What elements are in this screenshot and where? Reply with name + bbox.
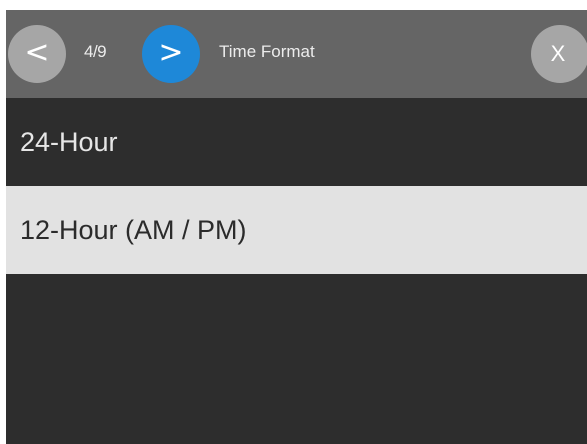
close-icon: X xyxy=(550,41,566,66)
previous-button[interactable]: < xyxy=(8,25,66,83)
next-button[interactable]: > xyxy=(142,25,200,83)
page-counter: 4/9 xyxy=(84,42,107,61)
option-label: 24-Hour xyxy=(20,126,118,157)
option-12-hour[interactable]: 12-Hour (AM / PM) xyxy=(6,186,587,274)
page-title: Time Format xyxy=(219,42,315,61)
close-button[interactable]: X xyxy=(531,25,587,83)
header-bar: < 4/9 > Time Format X xyxy=(6,10,587,98)
option-label: 12-Hour (AM / PM) xyxy=(20,214,247,245)
option-24-hour[interactable]: 24-Hour xyxy=(6,98,587,186)
time-format-screen: < 4/9 > Time Format X 24-Hour 12-Hour (A… xyxy=(6,10,587,444)
chevron-left-icon: < xyxy=(24,35,50,70)
chevron-right-icon: > xyxy=(158,35,184,70)
